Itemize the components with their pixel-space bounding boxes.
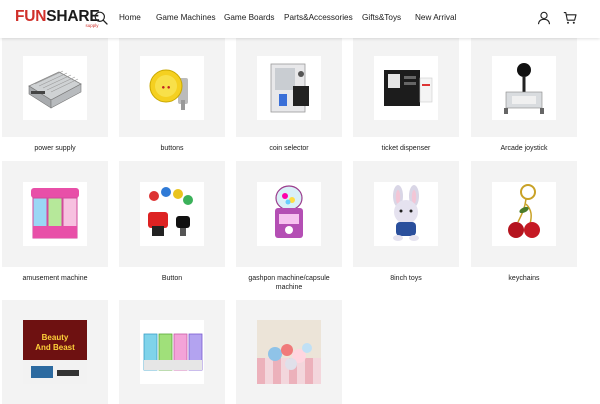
gashapon-photo [257,182,321,246]
nav-new-arrival[interactable]: New Arrival [415,13,456,22]
claw-machines-photo [140,320,204,384]
product-card[interactable] [119,300,225,404]
nav-game-boards[interactable]: Game Boards [224,13,275,22]
product-image-tile[interactable] [353,38,459,137]
nav-game-machines[interactable]: Game Machines [156,13,216,22]
nav-gifts-toys[interactable]: Gifts&Toys [362,13,401,22]
keychain-photo [492,182,556,246]
product-name[interactable]: gashpon machine/capsule machine [236,274,342,293]
buttons-photo: ● ● [140,55,204,120]
arcade-game-photo: Beauty And Beast [23,320,87,384]
product-card[interactable]: coin selector [236,38,342,153]
product-card[interactable]: amusement machine [2,161,108,283]
product-image-tile[interactable] [471,38,577,137]
product-name[interactable]: Arcade joystick [471,144,577,153]
power-supply-photo [23,55,87,120]
product-image-tile[interactable] [236,161,342,267]
brand-name-part1: FUN [15,8,47,25]
product-name[interactable]: coin selector [236,144,342,153]
product-name[interactable]: 8inch toys [353,274,459,283]
capsule-balls-photo [257,320,321,384]
nav-home[interactable]: Home [119,13,141,22]
product-card[interactable]: gashpon machine/capsule machine [236,161,342,293]
product-image-tile[interactable] [236,38,342,137]
product-image-tile[interactable] [119,161,225,267]
joystick-photo [492,55,556,120]
product-card[interactable] [236,300,342,404]
nav-parts-accessories[interactable]: Parts&Accessories [284,13,353,22]
product-image-tile[interactable] [119,300,225,404]
product-card[interactable]: power supply [2,38,108,153]
svg-text:● ●: ● ● [162,85,171,91]
product-name[interactable]: keychains [471,274,577,283]
product-name[interactable]: amusement machine [2,274,108,283]
product-name[interactable]: power supply [2,144,108,153]
product-card[interactable]: Button [119,161,225,283]
product-image-tile[interactable] [471,161,577,267]
product-card[interactable]: 8inch toys [353,161,459,283]
product-card[interactable]: ● ● buttons [119,38,225,153]
product-image-tile[interactable] [236,300,342,404]
ticket-dispenser-photo [374,55,438,120]
product-image-tile[interactable] [2,38,108,137]
product-image-tile[interactable]: ● ● [119,38,225,137]
product-image-tile[interactable] [353,161,459,267]
product-name[interactable]: Button [119,274,225,283]
coin-selector-photo [257,55,321,120]
product-card[interactable]: Beauty And Beast [2,300,108,404]
button-photo [140,182,204,246]
product-name[interactable]: buttons [119,144,225,153]
product-image-tile[interactable]: Beauty And Beast [2,300,108,404]
photo-text-line1: Beauty [42,333,69,342]
product-card[interactable]: Arcade joystick [471,38,577,153]
product-image-tile[interactable] [2,161,108,267]
search-icon[interactable] [94,11,108,25]
user-icon[interactable] [537,11,551,25]
product-card[interactable]: keychains [471,161,577,283]
bunny-toy-photo [374,182,438,246]
brand-logo[interactable]: FUNSHARE supply [15,8,100,28]
photo-text-line2: And Beast [35,343,75,352]
cart-icon[interactable] [563,11,577,25]
site-header: FUNSHARE supply Home Game Machines Game … [0,0,600,38]
product-card[interactable]: ticket dispenser [353,38,459,153]
product-name[interactable]: ticket dispenser [353,144,459,153]
amusement-machine-photo [23,182,87,246]
